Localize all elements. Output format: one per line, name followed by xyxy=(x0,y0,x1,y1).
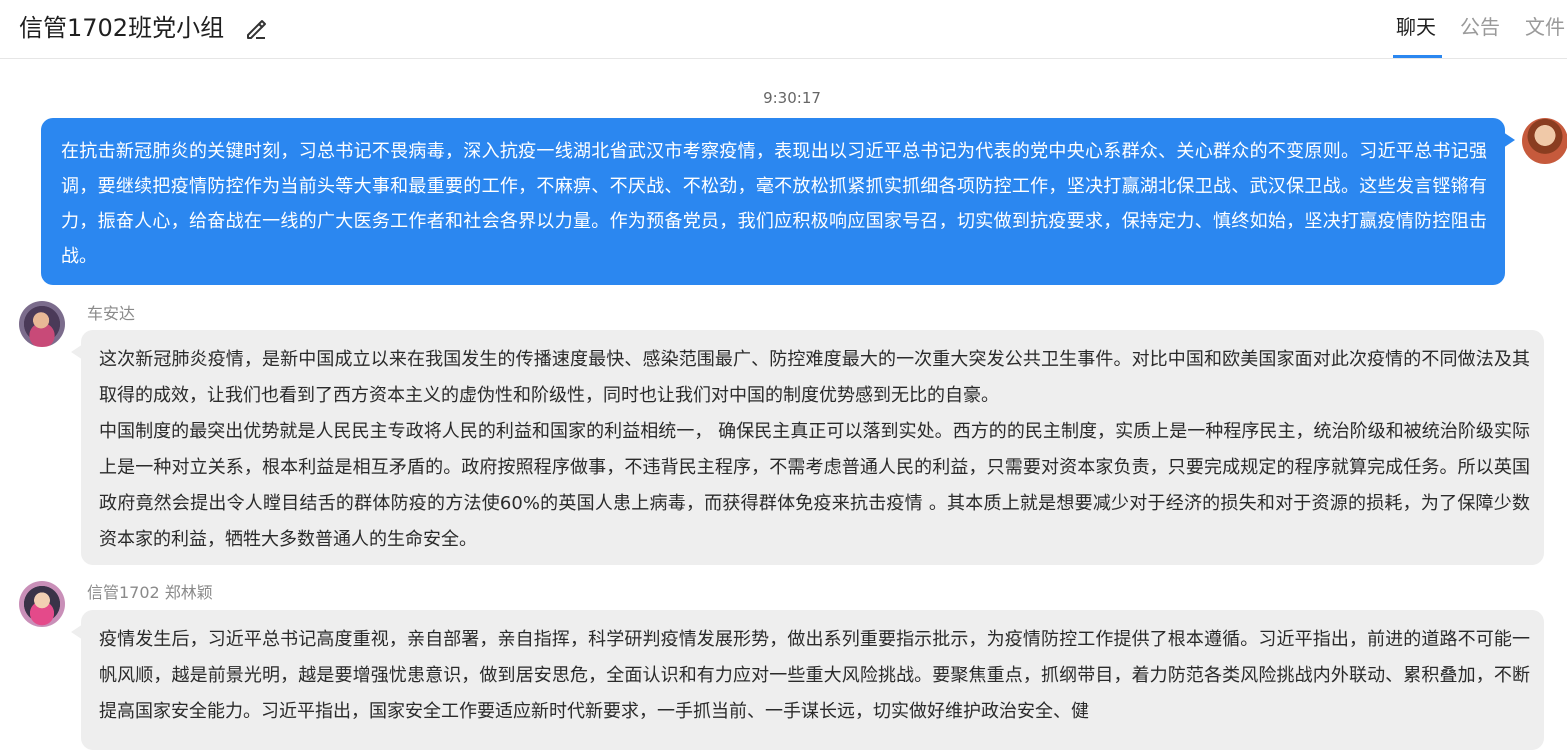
tab-chat[interactable]: 聊天 xyxy=(1396,12,1436,42)
message-text: 疫情发生后，习近平总书记高度重视，亲自部署，亲自指挥，科学研判疫情发展形势，做出… xyxy=(99,629,1530,722)
tab-files[interactable]: 文件 xyxy=(1525,12,1565,42)
sender-name: 信管1702 郑林颖 xyxy=(87,583,213,602)
avatar[interactable] xyxy=(1522,118,1567,164)
avatar[interactable] xyxy=(19,581,65,627)
active-tab-indicator xyxy=(1393,55,1442,58)
group-title: 信管1702班党小组 xyxy=(19,14,225,42)
self-message-bubble[interactable]: 在抗击新冠肺炎的关键时刻，习总书记不畏病毒，深入抗疫一线湖北省武汉市考察疫情，表… xyxy=(41,118,1515,285)
message-text: 中国制度的最突出优势就是人民民主专政将人民的利益和国家的利益相统一， 确保民主真… xyxy=(99,421,1530,550)
message-bubble[interactable]: 这次新冠肺炎疫情，是新中国成立以来在我国发生的传播速度最快、感染范围最广、防控难… xyxy=(71,330,1544,565)
sender-name: 车安达 xyxy=(87,304,136,323)
message-bubble[interactable]: 疫情发生后，习近平总书记高度重视，亲自部署，亲自指挥，科学研判疫情发展形势，做出… xyxy=(71,610,1544,750)
tab-announcement[interactable]: 公告 xyxy=(1460,12,1500,42)
message-text: 这次新冠肺炎疫情，是新中国成立以来在我国发生的传播速度最快、感染范围最广、防控难… xyxy=(99,349,1530,406)
message-text: 在抗击新冠肺炎的关键时刻，习总书记不畏病毒，深入抗疫一线湖北省武汉市考察疫情，表… xyxy=(61,141,1487,267)
chat-header: 信管1702班党小组 聊天 公告 文件 xyxy=(0,0,1567,59)
avatar[interactable] xyxy=(19,301,65,347)
message-timestamp: 9:30:17 xyxy=(763,89,821,107)
edit-icon[interactable] xyxy=(243,16,269,42)
